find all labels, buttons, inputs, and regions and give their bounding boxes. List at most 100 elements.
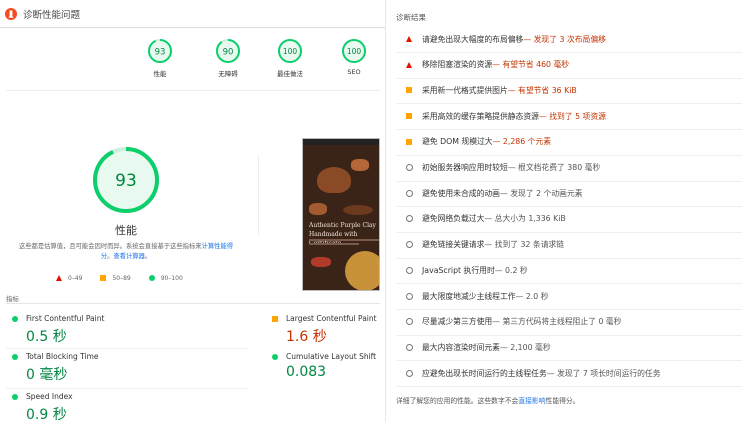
metrics-heading: 指标 <box>6 295 19 303</box>
gauge-label: 性能 <box>153 70 167 78</box>
legend-fail: 0–49 <box>56 275 82 282</box>
divider <box>396 154 742 156</box>
audit-item[interactable]: JavaScript 执行用时 — 0.2 秒 <box>404 263 528 277</box>
audit-item[interactable]: 初始服务器响应用时较短 — 根文档花费了 380 毫秒 <box>404 161 600 175</box>
audit-item[interactable]: 采用高效的缓存策略提供静态资源 — 找到了 5 项资源 <box>404 109 606 123</box>
info-circle-icon <box>405 343 413 351</box>
gauge-ring: 100 <box>278 39 302 63</box>
audit-title: 移除阻塞渲染的资源 <box>422 60 493 70</box>
average-square-icon <box>100 275 107 281</box>
metric-name: Cumulative Layout Shift <box>286 352 377 361</box>
tray-shape <box>343 205 373 215</box>
audit-title: 采用新一代格式提供图片 <box>422 85 508 95</box>
gauge-label: SEO <box>347 68 361 76</box>
info-circle-icon <box>404 240 414 250</box>
audit-title: 避免网络负载过大 <box>422 214 485 224</box>
metric-value: 1.6 秒 <box>286 329 327 345</box>
info-circle-icon <box>405 189 413 197</box>
performance-title: 性能 <box>115 224 137 237</box>
audit-detail: — 2,100 毫秒 <box>499 342 551 352</box>
teapot-shape <box>317 167 351 193</box>
legend-range: 50–89 <box>112 274 131 282</box>
average-square-icon <box>406 113 412 120</box>
gauge-score: 100 <box>347 47 362 56</box>
calculator-link[interactable]: 查看计算器 <box>113 253 144 260</box>
pass-circle-icon <box>12 393 18 400</box>
audit-item[interactable]: 避免网络负载过大 — 总大小为 1,336 KiB <box>404 212 566 226</box>
audit-title: 最大限度地减少主线程工作 <box>422 291 516 301</box>
fail-triangle-icon <box>56 275 62 281</box>
audit-title: 请避免出现大幅度的布局偏移 <box>422 34 524 44</box>
audit-item[interactable]: 采用新一代格式提供图片 — 有望节省 36 KiB <box>404 83 577 97</box>
metric-value: 0.083 <box>286 364 327 380</box>
audit-item[interactable]: 最大限度地减少主线程工作 — 2.0 秒 <box>404 289 549 303</box>
audit-item[interactable]: 应避免出现长时间运行的主线程任务 — 发现了 7 项长时间运行的任务 <box>404 366 661 380</box>
average-square-icon <box>404 85 414 95</box>
gauge-ring: 90 <box>216 39 240 63</box>
info-circle-icon <box>404 214 414 224</box>
fail-triangle-icon <box>404 60 414 70</box>
lighthouse-logo-icon <box>5 7 17 20</box>
average-square-icon <box>406 87 412 94</box>
pass-circle-icon <box>148 275 155 281</box>
report-panel: 诊断性能问题 93 性能 90 无障碍 100 最佳做法 100 SEO 93 … <box>0 0 386 422</box>
audit-detail: — 2.0 秒 <box>515 291 549 301</box>
average-square-icon <box>404 111 414 121</box>
divider <box>396 206 742 208</box>
audit-item[interactable]: 移除阻塞渲染的资源 — 有望节省 460 毫秒 <box>404 58 569 72</box>
gauge-label: 最佳做法 <box>277 70 303 78</box>
audit-detail: — 找到了 5 项资源 <box>538 111 606 121</box>
info-circle-icon <box>404 317 414 327</box>
footnote-text: 详细了解您的应用的性能。这些数字不会 <box>396 397 519 405</box>
audit-item[interactable]: 避免链接关键请求 — 找到了 32 条请求链 <box>404 238 564 252</box>
gauge-score: 100 <box>283 47 298 56</box>
metric-value: 0.9 秒 <box>26 407 67 422</box>
average-square-icon <box>406 138 412 145</box>
page-screenshot-thumbnail[interactable]: Authentic Purple Clay Handmade with Cert… <box>302 138 380 291</box>
info-circle-icon <box>405 292 413 300</box>
desc-text: 这些都是估算值，且可能会因时而异。系统会直接基于这些指标来 <box>18 243 202 250</box>
audit-detail: — 0.2 秒 <box>494 265 528 275</box>
divider <box>396 334 742 336</box>
audit-item[interactable]: 避免 DOM 规模过大 — 2,286 个元素 <box>404 135 551 149</box>
performance-description: 这些都是估算值，且可能会因时而异。系统会直接基于这些指标来计算性能得分。查看计算… <box>18 242 234 262</box>
gauge-performance[interactable]: 93 性能 <box>138 38 182 78</box>
divider <box>396 231 742 233</box>
info-circle-icon <box>405 266 413 274</box>
average-square-icon <box>272 315 278 322</box>
gauge-accessibility[interactable]: 90 无障碍 <box>206 38 250 78</box>
fan-shape <box>345 251 379 290</box>
audit-title: 应避免出现长时间运行的主线程任务 <box>422 368 547 378</box>
divider <box>396 283 742 285</box>
gauge-score: 93 <box>155 47 166 57</box>
metric-value: 0 毫秒 <box>26 367 68 383</box>
metric-name: Largest Contentful Paint <box>286 314 377 323</box>
info-circle-icon <box>404 342 414 352</box>
audit-title: 初始服务器响应用时较短 <box>422 163 508 172</box>
metric-name: Speed Index <box>26 392 73 401</box>
audit-item[interactable]: 最大内容渲染时间元素 — 2,100 毫秒 <box>404 340 551 354</box>
metric-cls: Cumulative Layout Shift 0.083 <box>272 352 376 380</box>
gauge-label: 无障碍 <box>218 70 238 78</box>
audit-item[interactable]: 尽量减少第三方使用 — 第三方代码将主线程阻止了 0 毫秒 <box>404 315 622 329</box>
info-circle-icon <box>405 215 413 223</box>
divider <box>396 257 742 259</box>
direct-impact-link[interactable]: 直接影响 <box>518 397 545 405</box>
audit-title: 避免链接关键请求 <box>422 240 485 250</box>
metric-name: First Contentful Paint <box>26 314 105 323</box>
divider <box>258 155 259 235</box>
gauge-best-practices[interactable]: 100 最佳做法 <box>268 38 312 78</box>
audit-title: 避免 DOM 规模过大 <box>422 137 493 147</box>
audit-item[interactable]: 请避免出现大幅度的布局偏移 — 发现了 3 次布局偏移 <box>404 32 606 46</box>
audit-title: 采用高效的缓存策略提供静态资源 <box>422 111 539 121</box>
gauge-seo[interactable]: 100 SEO <box>332 38 376 76</box>
metric-lcp: Largest Contentful Paint 1.6 秒 <box>272 314 377 346</box>
thumbnail-topbar <box>303 139 379 145</box>
pass-circle-icon <box>272 353 278 360</box>
audit-detail: — 总大小为 1,336 KiB <box>484 214 566 224</box>
divider <box>396 103 742 105</box>
footnote-text: 性能得分。 <box>545 397 580 405</box>
audit-detail: — 根文档花费了 380 毫秒 <box>507 163 601 172</box>
audit-detail: — 发现了 2 个动画元素 <box>499 188 583 198</box>
audit-item[interactable]: 避免使用未合成的动画 — 发现了 2 个动画元素 <box>404 186 583 200</box>
